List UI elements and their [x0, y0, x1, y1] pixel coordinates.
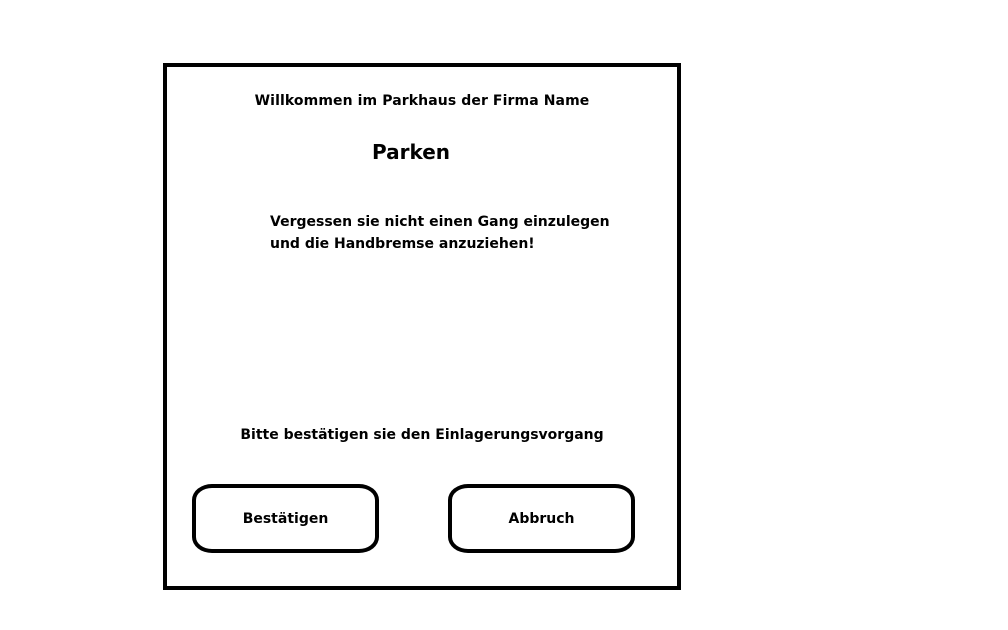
- screen: Willkommen im Parkhaus der Firma Name Pa…: [0, 0, 1008, 630]
- confirm-button[interactable]: Bestätigen: [192, 484, 379, 553]
- parking-dialog: Willkommen im Parkhaus der Firma Name Pa…: [163, 63, 681, 590]
- page-title: Parken: [372, 140, 451, 164]
- cancel-button[interactable]: Abbruch: [448, 484, 635, 553]
- safety-notice-line-2: und die Handbremse anzuziehen!: [270, 236, 535, 252]
- welcome-message: Willkommen im Parkhaus der Firma Name: [254, 93, 590, 109]
- confirm-prompt: Bitte bestätigen sie den Einlagerungsvor…: [240, 427, 604, 443]
- safety-notice-line-1: Vergessen sie nicht einen Gang einzulege…: [270, 214, 610, 230]
- safety-notice: Vergessen sie nicht einen Gang einzulege…: [270, 211, 610, 255]
